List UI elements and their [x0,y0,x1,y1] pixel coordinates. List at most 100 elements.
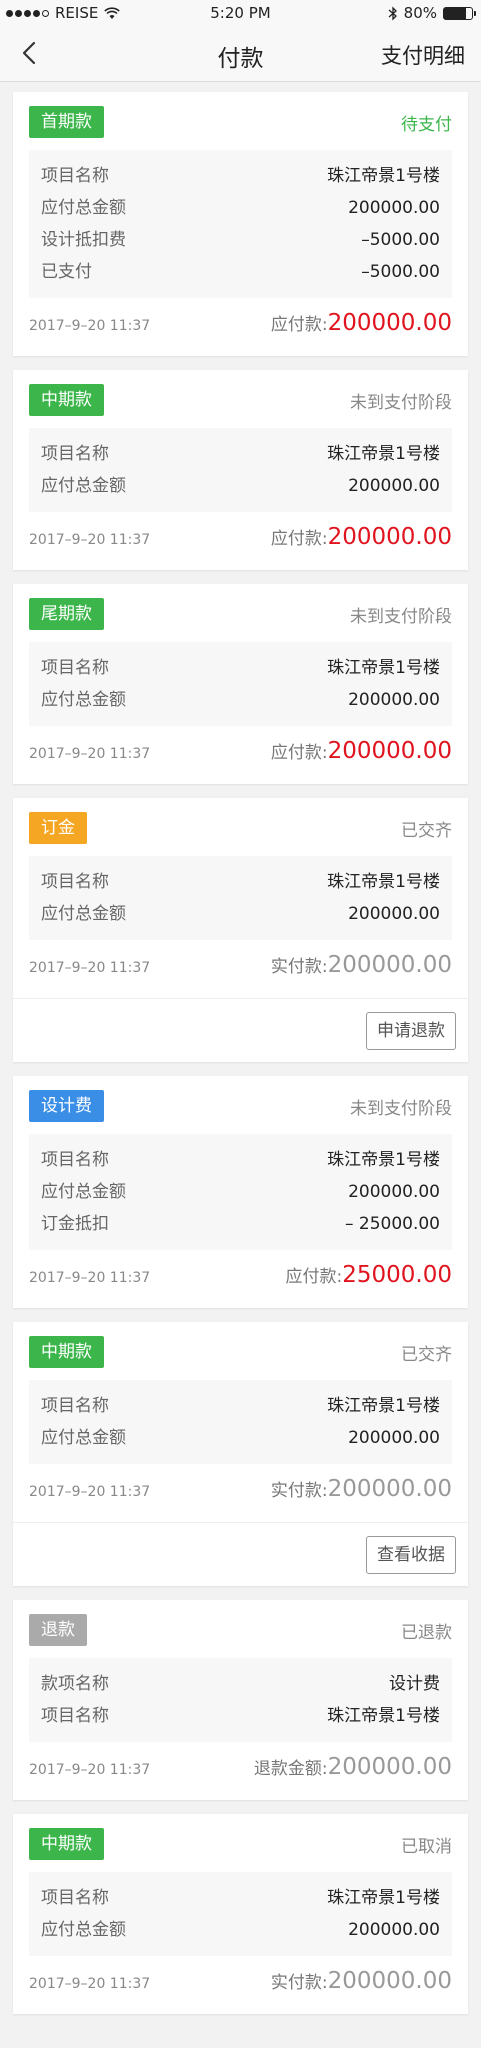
payment-date: 2017–9–20 11:37 [29,1976,151,1992]
info-key: 项目名称 [41,1706,109,1726]
payment-status: 已交齐 [401,821,452,841]
amount-label: 应付款: [270,743,328,763]
info-value: –5000.00 [361,230,440,250]
info-row: 款项名称 设计费 [41,1668,440,1700]
bluetooth-icon [388,5,397,21]
payment-status: 未到支付阶段 [350,1099,452,1119]
amount-value: 200000.00 [327,310,452,336]
payment-card: 退款 已退款 款项名称 设计费 项目名称 珠江帝景1号楼 2017–9–20 1… [13,1600,468,1800]
payment-status: 未到支付阶段 [350,393,452,413]
info-value: 珠江帝景1号楼 [327,1888,440,1908]
battery-percent: 80% [403,4,437,22]
payment-type-tag: 中期款 [29,1336,104,1368]
payment-status: 待支付 [401,115,452,135]
card-action-row: 查看收据 [13,1522,468,1586]
info-row: 订金抵扣 – 25000.00 [41,1208,440,1240]
payment-detail-link[interactable]: 支付明细 [381,40,465,70]
info-key: 款项名称 [41,1674,109,1694]
card-header: 首期款 待支付 [29,106,452,138]
info-key: 项目名称 [41,444,109,464]
info-key: 应付总金额 [41,904,126,924]
info-row: 应付总金额 200000.00 [41,1914,440,1946]
info-value: 珠江帝景1号楼 [327,1150,440,1170]
amount-value: 200000.00 [327,1754,452,1780]
info-row: 项目名称 珠江帝景1号楼 [41,1390,440,1422]
card-footer: 2017–9–20 11:37 实付款: 200000.00 [29,940,452,998]
info-row: 项目名称 珠江帝景1号楼 [41,866,440,898]
payment-type-tag: 订金 [29,812,87,844]
card-action-button[interactable]: 申请退款 [366,1012,456,1050]
card-footer: 2017–9–20 11:37 应付款: 200000.00 [29,298,452,356]
amount-group: 应付款: 200000.00 [271,310,452,336]
info-key: 应付总金额 [41,198,126,218]
info-value: 珠江帝景1号楼 [327,444,440,464]
payment-card: 订金 已交齐 项目名称 珠江帝景1号楼 应付总金额 200000.00 2017… [13,798,468,1062]
payment-card: 中期款 已交齐 项目名称 珠江帝景1号楼 应付总金额 200000.00 201… [13,1322,468,1586]
payment-type-tag: 中期款 [29,1828,104,1860]
info-row: 项目名称 珠江帝景1号楼 [41,652,440,684]
payment-type-tag: 退款 [29,1614,87,1646]
info-key: 已支付 [41,262,92,282]
card-header: 退款 已退款 [29,1614,452,1646]
battery-icon [443,6,476,20]
payment-status: 已取消 [401,1837,452,1857]
amount-group: 实付款: 200000.00 [271,1476,452,1502]
info-row: 项目名称 珠江帝景1号楼 [41,1700,440,1732]
info-value: 200000.00 [348,198,440,218]
info-row: 应付总金额 200000.00 [41,192,440,224]
info-row: 应付总金额 200000.00 [41,684,440,716]
info-key: 应付总金额 [41,1428,126,1448]
info-value: 200000.00 [348,1920,440,1940]
payment-card: 尾期款 未到支付阶段 项目名称 珠江帝景1号楼 应付总金额 200000.00 … [13,584,468,784]
card-action-button[interactable]: 查看收据 [366,1536,456,1574]
payment-date: 2017–9–20 11:37 [29,532,151,548]
card-action-row: 申请退款 [13,998,468,1062]
card-header: 中期款 已交齐 [29,1336,452,1368]
info-row: 设计抵扣费 –5000.00 [41,224,440,256]
payment-card: 设计费 未到支付阶段 项目名称 珠江帝景1号楼 应付总金额 200000.00 … [13,1076,468,1308]
payment-date: 2017–9–20 11:37 [29,960,151,976]
info-key: 订金抵扣 [41,1214,109,1234]
card-footer: 2017–9–20 11:37 实付款: 200000.00 [29,1956,452,2014]
payment-card: 中期款 未到支付阶段 项目名称 珠江帝景1号楼 应付总金额 200000.00 … [13,370,468,570]
payment-status: 未到支付阶段 [350,607,452,627]
info-box: 项目名称 珠江帝景1号楼 应付总金额 200000.00 订金抵扣 – 2500… [29,1134,452,1250]
info-box: 款项名称 设计费 项目名称 珠江帝景1号楼 [29,1658,452,1742]
info-key: 应付总金额 [41,476,126,496]
card-header: 尾期款 未到支付阶段 [29,598,452,630]
payment-date: 2017–9–20 11:37 [29,746,151,762]
card-footer: 2017–9–20 11:37 实付款: 200000.00 [29,1464,452,1522]
payment-list: 首期款 待支付 项目名称 珠江帝景1号楼 应付总金额 200000.00 设计抵… [0,82,481,2014]
amount-value: 200000.00 [327,952,452,978]
info-row: 应付总金额 200000.00 [41,1176,440,1208]
amount-group: 应付款: 200000.00 [271,524,452,550]
info-value: 珠江帝景1号楼 [327,166,440,186]
payment-card: 首期款 待支付 项目名称 珠江帝景1号楼 应付总金额 200000.00 设计抵… [13,92,468,356]
card-footer: 2017–9–20 11:37 应付款: 25000.00 [29,1250,452,1308]
info-value: 200000.00 [348,1428,440,1448]
info-value: –5000.00 [361,262,440,282]
info-row: 项目名称 珠江帝景1号楼 [41,160,440,192]
info-key: 项目名称 [41,166,109,186]
card-header: 中期款 已取消 [29,1828,452,1860]
info-key: 项目名称 [41,1396,109,1416]
amount-label: 实付款: [270,1973,328,1993]
info-row: 项目名称 珠江帝景1号楼 [41,1144,440,1176]
card-header: 订金 已交齐 [29,812,452,844]
amount-label: 实付款: [270,957,328,977]
status-right: 80% [388,4,476,22]
info-value: 200000.00 [348,904,440,924]
payment-card: 中期款 已取消 项目名称 珠江帝景1号楼 应付总金额 200000.00 201… [13,1814,468,2014]
payment-date: 2017–9–20 11:37 [29,1762,151,1778]
info-key: 项目名称 [41,1888,109,1908]
info-value: 设计费 [389,1674,440,1694]
info-value: 珠江帝景1号楼 [327,1396,440,1416]
amount-value: 200000.00 [327,738,452,764]
card-footer: 2017–9–20 11:37 应付款: 200000.00 [29,726,452,784]
status-bar: REISE 5:20 PM 80% [0,0,481,26]
info-value: 珠江帝景1号楼 [327,872,440,892]
info-value: 珠江帝景1号楼 [327,658,440,678]
info-key: 项目名称 [41,872,109,892]
payment-type-tag: 尾期款 [29,598,104,630]
amount-value: 200000.00 [327,1968,452,1994]
